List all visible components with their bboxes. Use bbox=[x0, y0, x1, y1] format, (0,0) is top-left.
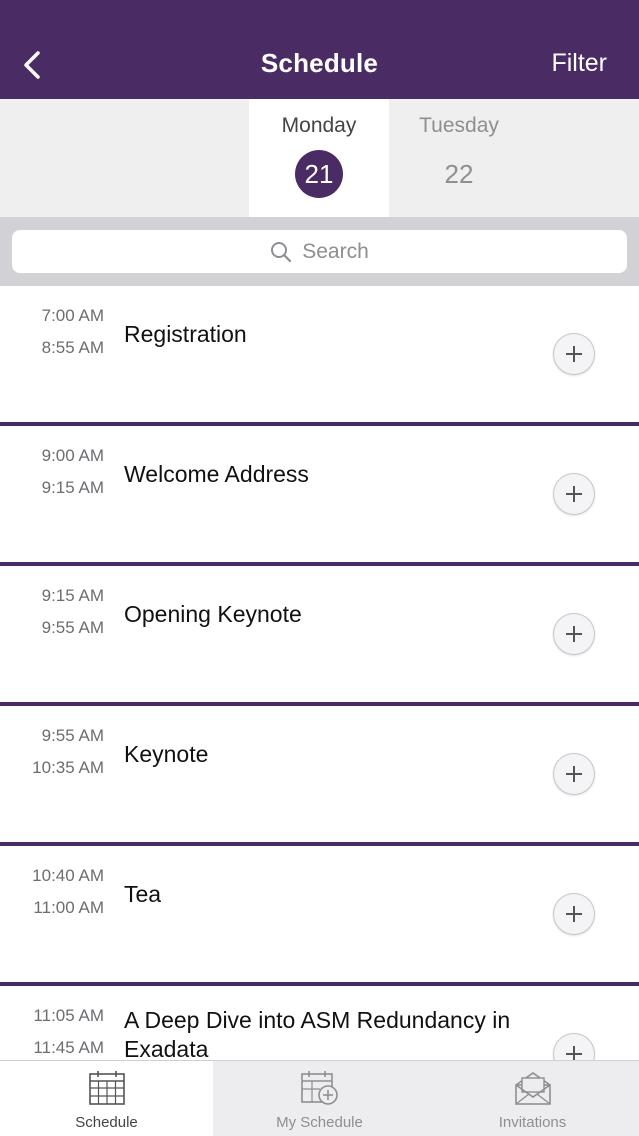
session-title: Opening Keynote bbox=[124, 601, 302, 627]
plus-icon bbox=[566, 766, 582, 782]
session-title: Tea bbox=[124, 881, 162, 907]
day-selector: Monday 21 Tuesday 22 bbox=[0, 99, 639, 217]
day-number: 21 bbox=[295, 150, 343, 198]
tab-label: Invitations bbox=[498, 1114, 567, 1131]
session-start-time: 9:15 AM bbox=[41, 586, 104, 605]
schedule-screen: Schedule Filter Monday 21 Tuesday 22 Sea… bbox=[0, 0, 639, 1136]
session-title: Registration bbox=[124, 321, 247, 347]
day-number: 22 bbox=[444, 158, 474, 189]
page-title: Schedule bbox=[260, 48, 379, 78]
session-row[interactable]: 9:15 AM 9:55 AM Opening Keynote bbox=[0, 566, 639, 706]
tab-my-schedule[interactable]: My Schedule bbox=[213, 1061, 426, 1136]
add-to-schedule-button[interactable] bbox=[553, 1033, 595, 1060]
session-end-time: 11:00 AM bbox=[33, 898, 104, 917]
plus-icon bbox=[566, 1046, 582, 1060]
add-to-schedule-button[interactable] bbox=[553, 893, 595, 935]
day-name: Monday bbox=[281, 114, 357, 137]
session-end-time: 9:15 AM bbox=[41, 478, 104, 497]
session-start-time: 10:40 AM bbox=[32, 866, 104, 885]
session-start-time: 7:00 AM bbox=[41, 306, 104, 325]
session-row[interactable]: 10:40 AM 11:00 AM Tea bbox=[0, 846, 639, 986]
session-title: Welcome Address bbox=[124, 461, 309, 487]
nav-bar: Schedule Filter bbox=[0, 0, 639, 99]
add-to-schedule-button[interactable] bbox=[553, 753, 595, 795]
tab-label: My Schedule bbox=[276, 1114, 363, 1131]
session-end-time: 8:55 AM bbox=[41, 338, 104, 357]
session-title: A Deep Dive into ASM Redundancy in Exada… bbox=[124, 1007, 511, 1060]
tab-label: Schedule bbox=[75, 1114, 138, 1131]
session-row[interactable]: 9:00 AM 9:15 AM Welcome Address bbox=[0, 426, 639, 566]
envelope-open-icon bbox=[514, 1072, 551, 1105]
session-start-time: 11:05 AM bbox=[33, 1006, 104, 1025]
session-end-time: 11:45 AM bbox=[33, 1038, 104, 1057]
session-title: Keynote bbox=[124, 741, 209, 767]
plus-icon bbox=[566, 346, 582, 362]
session-start-time: 9:55 AM bbox=[41, 726, 104, 745]
session-row[interactable]: 11:05 AM 11:45 AM A Deep Dive into ASM R… bbox=[0, 986, 639, 1060]
plus-icon bbox=[566, 626, 582, 642]
search-input[interactable]: Search bbox=[12, 230, 627, 273]
plus-icon bbox=[566, 486, 582, 502]
session-list[interactable]: 7:00 AM 8:55 AM Registration 9:00 AM 9:1… bbox=[0, 286, 639, 1060]
calendar-grid-icon bbox=[88, 1071, 125, 1105]
session-end-time: 9:55 AM bbox=[41, 618, 104, 637]
add-to-schedule-button[interactable] bbox=[553, 613, 595, 655]
tab-invitations[interactable]: Invitations bbox=[426, 1061, 639, 1136]
session-end-time: 10:35 AM bbox=[32, 758, 104, 777]
filter-button[interactable]: Filter bbox=[551, 49, 607, 78]
search-placeholder: Search bbox=[302, 239, 369, 263]
search-icon bbox=[271, 241, 292, 262]
session-row[interactable]: 9:55 AM 10:35 AM Keynote bbox=[0, 706, 639, 846]
tab-bar: Schedule My Schedule Invitations bbox=[0, 1060, 639, 1136]
add-to-schedule-button[interactable] bbox=[553, 333, 595, 375]
day-tab-tuesday[interactable]: Tuesday 22 bbox=[389, 99, 529, 217]
search-bar: Search bbox=[0, 217, 639, 286]
tab-schedule[interactable]: Schedule bbox=[0, 1061, 213, 1136]
day-name: Tuesday bbox=[419, 114, 499, 137]
session-start-time: 9:00 AM bbox=[41, 446, 104, 465]
add-to-schedule-button[interactable] bbox=[553, 473, 595, 515]
day-tab-monday[interactable]: Monday 21 bbox=[249, 99, 389, 217]
calendar-add-icon bbox=[300, 1071, 338, 1105]
plus-icon bbox=[566, 906, 582, 922]
session-row[interactable]: 7:00 AM 8:55 AM Registration bbox=[0, 286, 639, 426]
